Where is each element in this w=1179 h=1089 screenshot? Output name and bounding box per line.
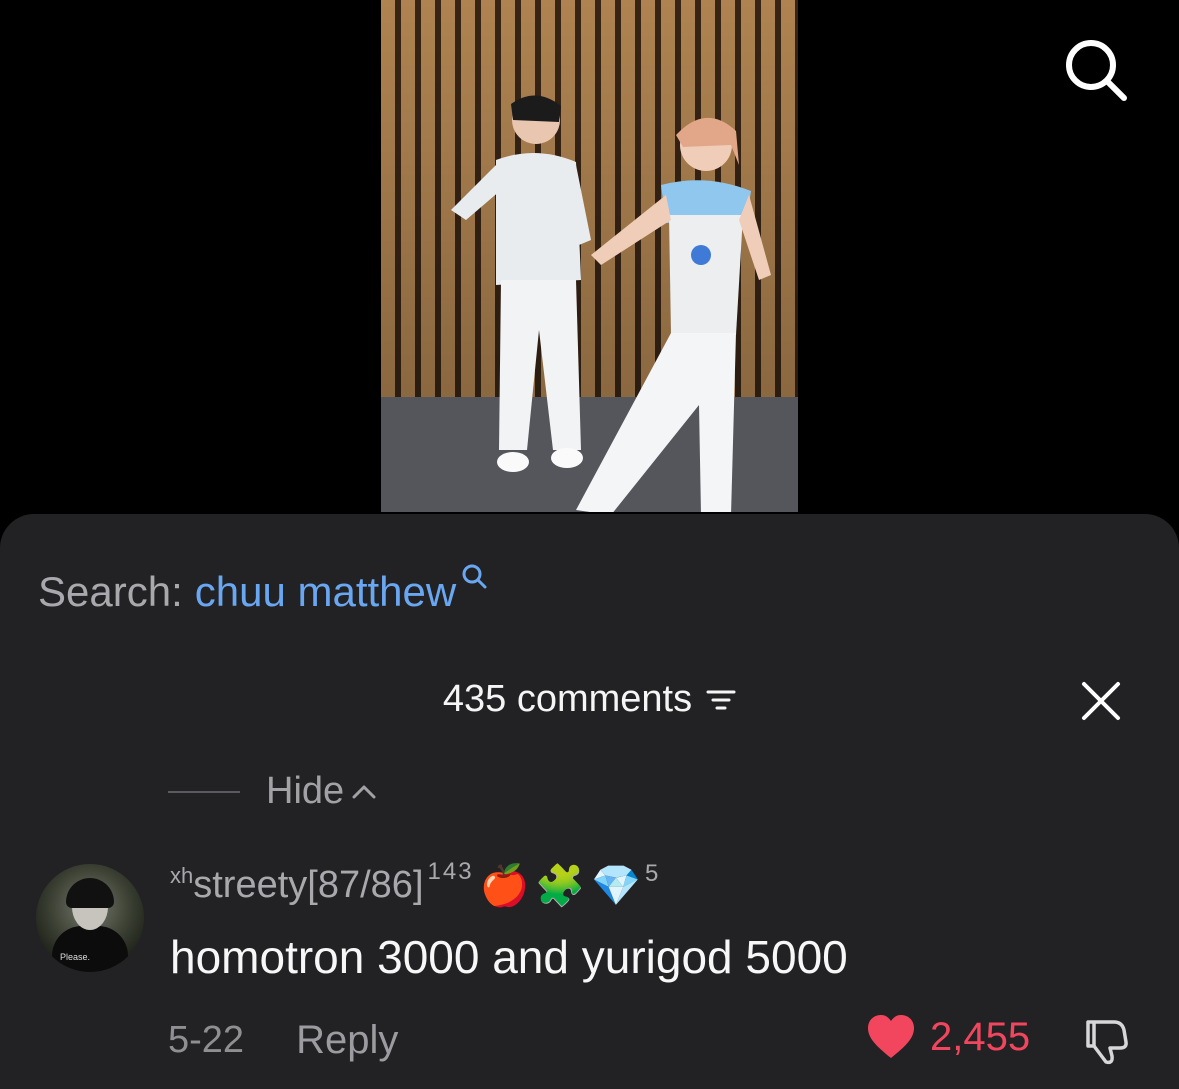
- video-thumbnail[interactable]: [381, 0, 798, 512]
- hide-label: Hide: [266, 770, 345, 812]
- search-mini-icon: [462, 564, 487, 589]
- username[interactable]: streety[87/86]: [193, 864, 423, 907]
- comment-text: homotron 3000 and yurigod 5000: [170, 931, 848, 983]
- search-suggestion[interactable]: Search: chuu matthew: [38, 562, 488, 616]
- chevron-up-icon: [352, 785, 376, 798]
- thread-line: [168, 790, 240, 793]
- reply-button[interactable]: Reply: [296, 1018, 398, 1063]
- filter-icon[interactable]: [706, 687, 736, 713]
- avatar[interactable]: Please.: [36, 864, 144, 972]
- dancer-left-figure: [451, 95, 591, 472]
- thumbs-down-icon[interactable]: [1080, 1016, 1132, 1066]
- comment-author-row[interactable]: xh streety[87/86] 143 🍎 🧩 💎 5: [170, 858, 659, 909]
- search-term-link[interactable]: chuu matthew: [195, 568, 456, 616]
- comments-header: 435 comments: [0, 678, 1179, 721]
- video-area[interactable]: [0, 0, 1179, 515]
- username-prefix: xh: [170, 862, 194, 888]
- avatar-hair: [66, 878, 114, 908]
- like-count: 2,455: [930, 1014, 1031, 1059]
- avatar-caption: Please.: [60, 952, 91, 962]
- hide-replies-toggle[interactable]: Hide: [168, 770, 378, 813]
- like-button[interactable]: 2,455: [866, 1014, 1030, 1060]
- puzzle-badge-icon: 🧩: [535, 864, 586, 908]
- comments-count: 435 comments: [442, 678, 693, 720]
- badge-count: 5: [644, 859, 659, 887]
- gem-badge-icon: 💎: [591, 864, 641, 908]
- comment-date: 5-22: [168, 1019, 245, 1061]
- username-superscript: 143: [427, 857, 474, 885]
- close-icon[interactable]: [1078, 678, 1124, 724]
- apple-badge-icon: 🍎: [479, 864, 530, 908]
- search-label: Search:: [38, 568, 183, 615]
- dancer-right-figure: [576, 117, 771, 512]
- heart-icon: [868, 1015, 914, 1058]
- avatar-body: [52, 926, 128, 972]
- search-icon[interactable]: [1060, 34, 1132, 106]
- comment-meta: 5-22 Reply: [168, 1018, 398, 1063]
